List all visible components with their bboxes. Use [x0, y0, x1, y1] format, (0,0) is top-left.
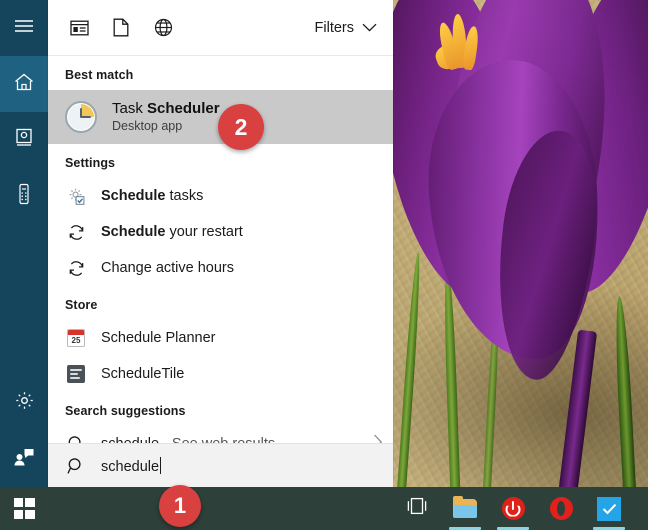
task-view-icon	[406, 497, 428, 520]
taskbar	[0, 487, 648, 530]
sidebar-item-devices[interactable]	[0, 168, 48, 224]
hamburger-icon	[14, 19, 34, 38]
search-icon	[65, 455, 87, 477]
search-input[interactable]: schedule	[48, 443, 393, 487]
sidebar-item-hamburger-menu[interactable]	[0, 0, 48, 56]
tile-list-icon-body	[67, 365, 85, 383]
gear-checkbox-icon	[65, 185, 87, 207]
result-label-rest: your restart	[165, 224, 242, 240]
filters-label: Filters	[315, 20, 354, 36]
result-label: Schedule Planner	[101, 330, 215, 346]
best-match-text: Task Scheduler Desktop app	[112, 100, 220, 134]
web-filter-icon[interactable]	[142, 8, 184, 48]
clock-icon	[65, 101, 97, 133]
refresh-icon	[65, 257, 87, 279]
best-match-title-bold: Scheduler	[147, 100, 220, 117]
sidebar-item-feedback[interactable]	[0, 431, 48, 487]
apps-filter-icon[interactable]	[58, 8, 100, 48]
search-filter-header: Filters	[48, 0, 393, 56]
power-icon	[502, 497, 525, 520]
sidebar-item-settings[interactable]	[0, 375, 48, 431]
taskbar-item-task-view[interactable]	[393, 487, 441, 530]
result-item-scheduletile[interactable]: ScheduleTile	[48, 356, 393, 392]
windows-logo-icon	[14, 498, 35, 519]
result-item-schedule-planner[interactable]: 25 Schedule Planner	[48, 320, 393, 356]
taskbar-item-file-explorer[interactable]	[441, 487, 489, 530]
sidebar-item-home[interactable]	[0, 56, 48, 112]
result-item-web-suggestion[interactable]: schedule - See web results	[48, 426, 393, 443]
chevron-down-icon	[362, 20, 377, 36]
taskbar-item-todo[interactable]	[585, 487, 633, 530]
taskbar-item-shutdown[interactable]	[489, 487, 537, 530]
result-label: Schedule your restart	[101, 224, 243, 240]
gear-icon	[14, 390, 35, 416]
opera-icon	[550, 497, 573, 520]
result-label-bold: Schedule	[101, 188, 165, 204]
result-label: Change active hours	[101, 260, 234, 276]
start-button[interactable]	[0, 487, 48, 530]
filters-dropdown-button[interactable]: Filters	[313, 16, 379, 40]
feedback-person-icon	[13, 447, 35, 472]
folder-icon	[453, 499, 477, 518]
best-match-title: Task Scheduler	[112, 100, 220, 119]
checkmark-icon	[597, 497, 621, 521]
sidebar-item-media[interactable]	[0, 112, 48, 168]
media-icon	[14, 127, 34, 153]
section-heading-settings: Settings	[48, 144, 393, 178]
taskbar-item-opera[interactable]	[537, 487, 585, 530]
result-label-bold: Schedule	[101, 224, 165, 240]
web-suggestion-query: schedule	[101, 436, 159, 443]
result-item-schedule-tasks[interactable]: Schedule tasks	[48, 178, 393, 214]
result-label: ScheduleTile	[101, 366, 184, 382]
result-label-rest: Change active hours	[101, 260, 234, 276]
best-match-subtitle: Desktop app	[112, 119, 220, 135]
search-sidebar-rail	[0, 0, 48, 487]
calendar-icon-body: 25	[67, 329, 85, 347]
text-cursor	[160, 457, 161, 474]
home-icon	[13, 72, 35, 97]
result-label: Schedule tasks	[101, 188, 203, 204]
chevron-right-icon[interactable]	[373, 434, 383, 443]
best-match-title-plain: Task	[112, 100, 147, 117]
search-results-panel: Filters Best match Task Scheduler Deskto…	[48, 0, 393, 487]
tile-list-icon	[65, 363, 87, 385]
result-item-change-active-hours[interactable]: Change active hours	[48, 250, 393, 286]
callout-step-2: 2	[218, 104, 264, 150]
callout-step-1: 1	[159, 485, 201, 527]
result-item-schedule-restart[interactable]: Schedule your restart	[48, 214, 393, 250]
calendar-icon-day: 25	[68, 335, 84, 346]
refresh-icon	[65, 221, 87, 243]
result-label-rest: tasks	[165, 188, 203, 204]
web-suggestion-text: schedule - See web results	[101, 436, 275, 443]
search-input-value: schedule	[101, 457, 161, 475]
section-heading-best-match: Best match	[48, 56, 393, 90]
section-heading-search-suggestions: Search suggestions	[48, 392, 393, 426]
sidebar-spacer	[0, 224, 48, 375]
search-icon	[65, 433, 87, 443]
documents-filter-icon[interactable]	[100, 8, 142, 48]
search-input-text-value: schedule	[101, 459, 159, 475]
web-suggestion-left: schedule - See web results	[65, 433, 275, 443]
taskbar-search-area	[48, 487, 393, 530]
device-icon	[17, 183, 31, 210]
web-suggestion-description: - See web results	[159, 436, 275, 443]
calendar-icon: 25	[65, 327, 87, 349]
section-heading-store: Store	[48, 286, 393, 320]
